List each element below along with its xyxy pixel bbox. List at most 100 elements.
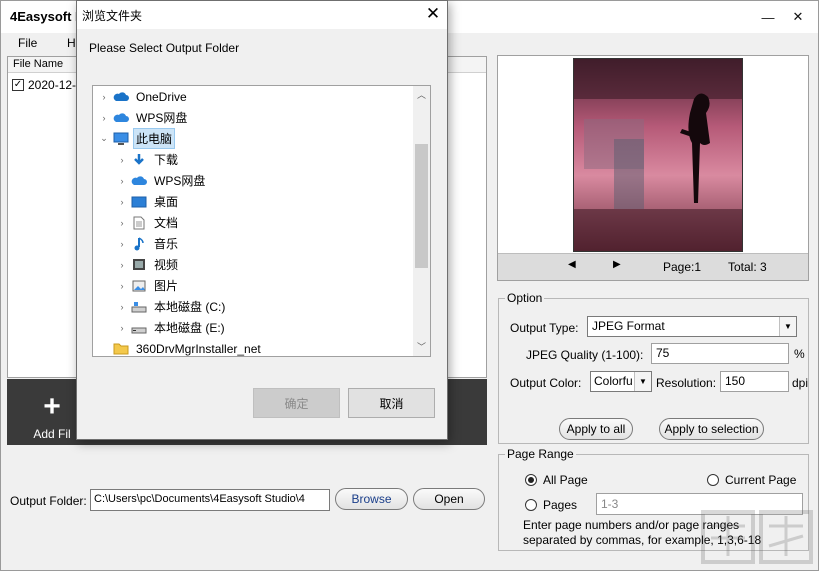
- download-icon: [131, 153, 147, 167]
- ok-button[interactable]: 确定: [253, 388, 340, 418]
- preview-navigation: ◀ ▶ Page:1 Total: 3: [498, 253, 808, 280]
- chevron-right-icon[interactable]: ›: [117, 176, 127, 186]
- output-color-label: Output Color:: [510, 376, 582, 390]
- drive-icon: [131, 321, 147, 335]
- current-page-radio[interactable]: Current Page: [707, 473, 796, 487]
- apply-to-all-button[interactable]: Apply to all: [559, 418, 633, 440]
- cloud-icon: [131, 174, 147, 188]
- tree-item-drive-c[interactable]: › 本地磁盘 (C:): [93, 296, 413, 317]
- output-folder-input[interactable]: C:\Users\pc\Documents\4Easysoft Studio\4: [90, 489, 330, 511]
- tree-item-downloads[interactable]: › 下载: [93, 149, 413, 170]
- chevron-right-icon[interactable]: ›: [117, 302, 127, 312]
- window-controls: — ✕: [754, 7, 812, 27]
- chevron-down-icon[interactable]: ▼: [779, 317, 796, 336]
- option-group: Option Output Type: JPEG Format ▼ JPEG Q…: [498, 291, 809, 444]
- chevron-right-icon[interactable]: ›: [117, 155, 127, 165]
- tree-scrollbar[interactable]: ︿ ﹀: [413, 86, 430, 356]
- tree-item-onedrive[interactable]: › OneDrive: [93, 86, 413, 107]
- output-folder-label: Output Folder:: [10, 494, 87, 508]
- current-page-indicator: Page:1: [663, 260, 702, 274]
- output-type-label: Output Type:: [510, 321, 579, 335]
- radio-selected-dot: [528, 477, 534, 483]
- tree-item-label: 此电脑: [132, 128, 176, 149]
- minimize-button[interactable]: —: [754, 7, 782, 27]
- tree-item-wps-cloud[interactable]: › WPS网盘: [93, 107, 413, 128]
- video-icon: [131, 258, 147, 272]
- chevron-right-icon[interactable]: ›: [99, 113, 109, 123]
- tree-item-label: 下载: [154, 153, 179, 167]
- file-row-name: 2020-12-1: [28, 78, 83, 92]
- tree-item-label: 图片: [154, 279, 179, 293]
- drive-icon: [131, 300, 147, 314]
- cloud-icon: [113, 90, 129, 104]
- output-color-select[interactable]: Colorfu ▼: [590, 371, 652, 392]
- scroll-up-icon[interactable]: ︿: [413, 88, 430, 101]
- apply-to-selection-button[interactable]: Apply to selection: [659, 418, 764, 440]
- resolution-input[interactable]: 150: [720, 371, 789, 392]
- tree-item-this-pc[interactable]: ⌄ 此电脑: [93, 128, 413, 149]
- jpeg-quality-input[interactable]: 75: [651, 343, 789, 364]
- dialog-title: 浏览文件夹: [82, 9, 143, 23]
- all-page-radio[interactable]: All Page: [525, 473, 588, 487]
- cloud-icon: [113, 111, 129, 125]
- tree-item-desktop[interactable]: › 桌面: [93, 191, 413, 212]
- tree-item-drive-e[interactable]: › 本地磁盘 (E:): [93, 317, 413, 338]
- tree-item-wps-cloud-2[interactable]: › WPS网盘: [93, 170, 413, 191]
- chevron-right-icon[interactable]: ›: [117, 260, 127, 270]
- scrollbar-thumb[interactable]: [415, 144, 428, 268]
- desktop-icon: [131, 195, 147, 209]
- tree-item-videos[interactable]: › 视频: [93, 254, 413, 275]
- computer-icon: [113, 132, 129, 146]
- chevron-down-icon[interactable]: ⌄: [99, 133, 109, 144]
- dialog-body: Please Select Output Folder › OneDrive ›…: [77, 29, 447, 439]
- jpeg-quality-label: JPEG Quality (1-100):: [526, 348, 644, 362]
- page-range-title: Page Range: [505, 447, 576, 461]
- chevron-right-icon[interactable]: ›: [117, 239, 127, 249]
- tree-item-label: WPS网盘: [136, 111, 188, 125]
- browse-button[interactable]: Browse: [335, 488, 408, 510]
- file-row-checkbox[interactable]: ✓: [12, 79, 24, 91]
- tree-item-pictures[interactable]: › 图片: [93, 275, 413, 296]
- dialog-prompt: Please Select Output Folder: [89, 41, 240, 55]
- chevron-right-icon[interactable]: ›: [117, 197, 127, 207]
- chevron-right-icon[interactable]: ›: [117, 281, 127, 291]
- chevron-right-icon[interactable]: ›: [99, 92, 109, 102]
- tree-item-label: 文档: [154, 216, 179, 230]
- radio-button[interactable]: [707, 474, 719, 486]
- folder-tree[interactable]: › OneDrive › WPS网盘 ⌄ 此电脑 › 下载 › WPS网盘 › …: [92, 85, 431, 357]
- menu-help[interactable]: H: [67, 36, 76, 50]
- open-button[interactable]: Open: [413, 488, 485, 510]
- watermark-logo: [701, 506, 816, 568]
- cancel-button[interactable]: 取消: [348, 388, 435, 418]
- radio-button[interactable]: [525, 499, 537, 511]
- tree-item-documents[interactable]: › 文档: [93, 212, 413, 233]
- tree-item-folder[interactable]: 360DrvMgrInstaller_net: [93, 338, 413, 356]
- folder-icon: [113, 342, 129, 356]
- total-pages-indicator: Total: 3: [728, 260, 767, 274]
- menu-file[interactable]: File: [18, 36, 37, 50]
- current-page-label: Current Page: [725, 473, 797, 487]
- tree-item-label: 本地磁盘 (E:): [154, 321, 225, 335]
- tree-item-label: WPS网盘: [154, 174, 206, 188]
- file-list-row[interactable]: ✓ 2020-12-1: [12, 77, 83, 93]
- music-icon: [131, 236, 147, 251]
- tree-item-label: 桌面: [154, 195, 179, 209]
- chevron-right-icon[interactable]: ›: [117, 218, 127, 228]
- output-type-value: JPEG Format: [592, 319, 665, 333]
- next-page-icon[interactable]: ▶: [613, 259, 621, 270]
- pages-radio[interactable]: Pages: [525, 498, 577, 512]
- radio-button[interactable]: [525, 474, 537, 486]
- output-type-select[interactable]: JPEG Format ▼: [587, 316, 797, 337]
- jpeg-quality-unit: %: [794, 347, 805, 361]
- close-window-button[interactable]: ✕: [784, 7, 812, 27]
- chevron-down-icon[interactable]: ▼: [634, 372, 651, 391]
- column-header-file-name[interactable]: File Name: [13, 58, 63, 70]
- tree-item-music[interactable]: › 音乐: [93, 233, 413, 254]
- browse-folder-dialog: 浏览文件夹 ✕ Please Select Output Folder › On…: [76, 0, 448, 440]
- chevron-right-icon[interactable]: ›: [117, 323, 127, 333]
- resolution-label: Resolution:: [656, 376, 717, 390]
- previous-page-icon[interactable]: ◀: [568, 259, 576, 270]
- preview-image: [573, 58, 743, 252]
- scroll-down-icon[interactable]: ﹀: [413, 340, 430, 353]
- close-icon[interactable]: ✕: [421, 4, 445, 24]
